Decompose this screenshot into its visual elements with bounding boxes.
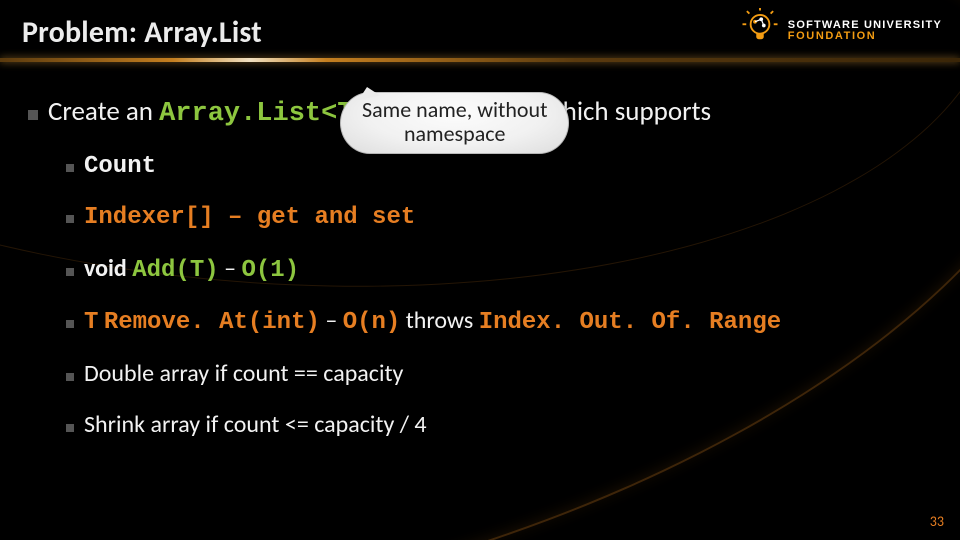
slide-content: Create an Array.List<T> data structure, … [0,55,960,440]
remove-bigo: O(n) [343,309,401,336]
item-shrink: Shrink array if count <= capacity / 4 [66,411,932,440]
bullet-icon [66,320,74,328]
item-remove: T Remove. At(int) – O(n) throws Index. O… [66,307,932,338]
item-count: Count [66,151,932,182]
remove-throws: throws [400,306,478,335]
page-number: 33 [930,513,944,530]
logo-text-line1: SOFTWARE UNIVERSITY [788,20,942,31]
double-text: Double array if count == capacity [84,360,403,389]
bubble-line2: namespace [362,122,547,146]
logo-text-line2: FOUNDATION [788,31,942,42]
shrink-text: Shrink array if count <= capacity / 4 [84,411,427,440]
lightbulb-icon [740,8,780,53]
remove-t: T [84,309,98,336]
item-double: Double array if count == capacity [66,360,932,389]
count-label: Count [84,153,156,180]
bullet-icon [66,268,74,276]
main-text-prefix: Create an [48,95,159,128]
bullet-icon [66,424,74,432]
bullet-icon [66,373,74,381]
main-code: Array.List<T> [159,99,370,129]
add-dash: – [219,254,242,283]
logo: SOFTWARE UNIVERSITY FOUNDATION [740,8,942,53]
title-bar: Problem: Array.List SOFTWARE UNIVERSITY … [0,0,960,55]
bullet-icon [28,110,38,120]
remove-signature: Remove. At(int) [104,309,320,336]
indexer-text: Indexer[] – get and set [84,204,415,231]
bubble-line1: Same name, without [362,98,547,122]
add-void: void [84,254,127,283]
add-signature: Add(T) [132,257,218,284]
remove-dash: – [320,306,343,335]
add-bigo: O(1) [241,257,299,284]
item-indexer: Indexer[] – get and set [66,204,932,233]
remove-exception: Index. Out. Of. Range [479,309,781,336]
item-add: void Add(T) – O(1) [66,255,932,286]
bullet-icon [66,164,74,172]
callout-bubble: Same name, without namespace [340,92,569,154]
bullet-icon [66,215,74,223]
